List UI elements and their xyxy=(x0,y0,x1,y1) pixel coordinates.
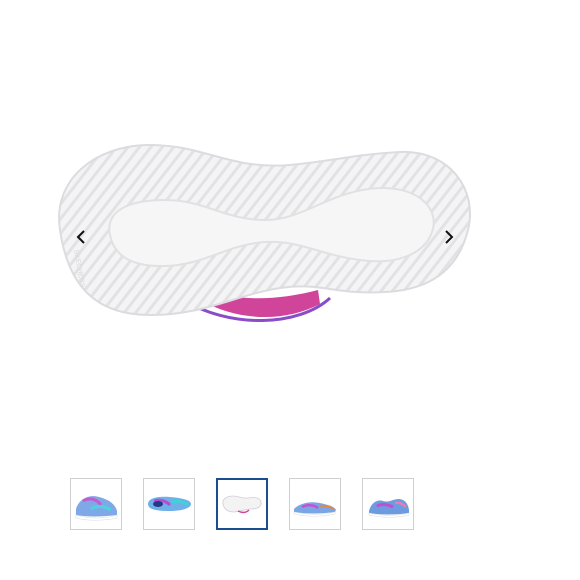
shoe-top-view-image xyxy=(148,496,191,511)
shoe-sole-image xyxy=(222,495,262,514)
product-image-gallery: SKECHERS xyxy=(0,0,580,580)
previous-image-button[interactable] xyxy=(70,226,92,248)
chevron-left-icon xyxy=(76,230,85,244)
shoe-back-view-image xyxy=(368,499,410,518)
thumbnail-2[interactable] xyxy=(143,478,195,530)
shoe-side-view-image xyxy=(75,496,118,521)
thumbnail-1[interactable] xyxy=(70,478,122,530)
thumbnail-3[interactable] xyxy=(216,478,268,530)
thumbnail-5[interactable] xyxy=(362,478,414,530)
chevron-right-icon xyxy=(445,230,454,244)
thumbnail-strip xyxy=(70,478,415,533)
thumbnail-4[interactable] xyxy=(289,478,341,530)
next-image-button[interactable] xyxy=(438,226,460,248)
shoe-pair-image xyxy=(293,502,336,517)
